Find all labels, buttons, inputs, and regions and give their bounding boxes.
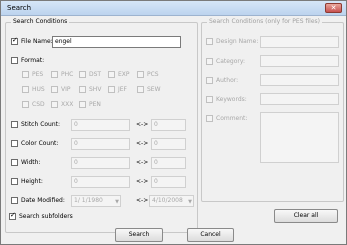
format-type-label: JEF: [118, 86, 128, 93]
author-checkbox[interactable]: [206, 77, 213, 84]
format-type-label: PEN: [89, 101, 101, 108]
checkmark-icon: ✓: [12, 36, 18, 44]
format-type-checkbox[interactable]: [22, 86, 29, 93]
width-from-input[interactable]: 0: [71, 157, 130, 169]
search-button[interactable]: Search: [115, 228, 163, 242]
format-type-checkbox[interactable]: [51, 71, 58, 78]
window-title: Search: [7, 4, 32, 12]
range-separator: <->: [136, 140, 149, 147]
search-conditions-title: Search Conditions: [11, 18, 70, 25]
range-separator: <->: [136, 121, 149, 128]
height-label: Height:: [21, 178, 43, 185]
format-type-label: SEW: [147, 86, 161, 93]
file-name-label: File Name:: [21, 38, 53, 45]
color-count-from-input[interactable]: 0: [71, 138, 130, 150]
width-label: Width:: [21, 159, 41, 166]
comment-checkbox[interactable]: [206, 115, 213, 122]
format-type-checkbox[interactable]: [137, 71, 144, 78]
comment-label: Comment:: [216, 115, 248, 122]
format-type-checkbox[interactable]: [22, 71, 29, 78]
format-type-label: HUS: [32, 86, 45, 93]
format-type-label: SHV: [89, 86, 102, 93]
format-type-checkbox[interactable]: [22, 101, 29, 108]
dropdown-arrow-icon: ▼: [188, 199, 192, 205]
width-checkbox[interactable]: [11, 159, 18, 166]
stitch-count-label: Stitch Count:: [21, 121, 61, 128]
keywords-input[interactable]: [260, 93, 339, 105]
format-type-checkbox[interactable]: [51, 101, 58, 108]
height-to-input[interactable]: 0: [151, 176, 186, 188]
format-type-label: PES: [32, 71, 44, 78]
format-label: Format:: [21, 57, 45, 64]
format-type-checkbox[interactable]: [108, 86, 115, 93]
file-name-input[interactable]: engel: [52, 36, 181, 48]
design-name-checkbox[interactable]: [206, 38, 213, 45]
checkmark-icon: ✓: [10, 211, 16, 219]
design-name-input[interactable]: [260, 36, 339, 48]
search-subfolders-checkbox[interactable]: ✓: [9, 211, 16, 220]
range-separator: <->: [136, 178, 149, 185]
design-name-label: Design Name:: [216, 38, 259, 45]
pes-conditions-title: Search Conditions (only for PES files): [207, 18, 323, 25]
stitch-count-from-input[interactable]: 0: [71, 119, 130, 131]
category-input[interactable]: [260, 55, 339, 67]
close-button[interactable]: ✕: [325, 3, 342, 13]
search-dialog: Search ✕ Search Conditions ✓ File Name: …: [0, 0, 347, 245]
format-type-checkbox[interactable]: [79, 86, 86, 93]
author-label: Author:: [216, 77, 239, 84]
range-separator: <->: [136, 197, 149, 204]
date-modified-label: Date Modified:: [21, 197, 65, 204]
format-type-label: EXP: [118, 71, 130, 78]
format-type-checkbox[interactable]: [137, 86, 144, 93]
format-type-checkbox[interactable]: [51, 86, 58, 93]
cancel-button[interactable]: Cancel: [187, 228, 234, 242]
date-from-picker[interactable]: 1/ 1/1980 ▼: [71, 195, 121, 207]
format-type-label: XXX: [61, 101, 74, 108]
dropdown-arrow-icon: ▼: [115, 199, 119, 205]
color-count-label: Color Count:: [21, 140, 59, 147]
height-from-input[interactable]: 0: [71, 176, 130, 188]
format-type-label: VIP: [61, 86, 71, 93]
range-separator: <->: [136, 159, 149, 166]
comment-textarea[interactable]: [260, 112, 339, 163]
format-type-checkbox[interactable]: [79, 71, 86, 78]
keywords-checkbox[interactable]: [206, 96, 213, 103]
title-bar: Search ✕: [1, 1, 346, 16]
search-subfolders-label: Search subfolders: [19, 213, 73, 220]
file-name-checkbox[interactable]: ✓: [11, 36, 18, 45]
keywords-label: Keywords:: [216, 96, 247, 103]
date-modified-checkbox[interactable]: [11, 197, 18, 204]
format-type-label: CSD: [32, 101, 45, 108]
format-type-checkbox[interactable]: [79, 101, 86, 108]
format-type-checkbox[interactable]: [108, 71, 115, 78]
width-to-input[interactable]: 0: [151, 157, 186, 169]
format-type-label: DST: [89, 71, 102, 78]
date-from-value: 1/ 1/1980: [74, 197, 103, 204]
date-to-value: 4/10/2008: [152, 197, 183, 204]
stitch-count-checkbox[interactable]: [11, 121, 18, 128]
category-checkbox[interactable]: [206, 58, 213, 65]
author-input[interactable]: [260, 74, 339, 86]
color-count-to-input[interactable]: 0: [151, 138, 186, 150]
category-label: Category:: [216, 58, 245, 65]
color-count-checkbox[interactable]: [11, 140, 18, 147]
format-checkbox[interactable]: [11, 57, 18, 64]
clear-all-button[interactable]: Clear all: [274, 209, 338, 223]
format-type-label: PHC: [61, 71, 74, 78]
height-checkbox[interactable]: [11, 178, 18, 185]
stitch-count-to-input[interactable]: 0: [151, 119, 186, 131]
format-type-label: PCS: [147, 71, 159, 78]
date-to-picker[interactable]: 4/10/2008 ▼: [149, 195, 194, 207]
